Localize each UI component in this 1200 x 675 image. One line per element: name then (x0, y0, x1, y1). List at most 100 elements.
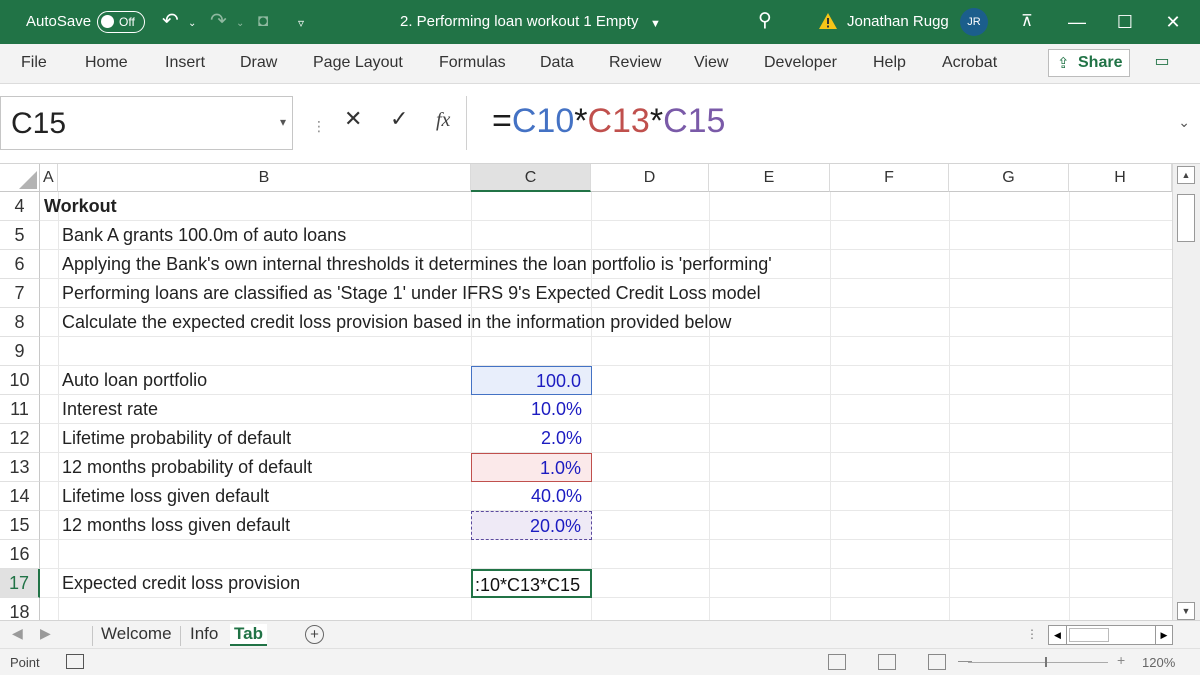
zoom-in-icon[interactable]: + (1117, 652, 1125, 668)
cell-b[interactable]: 12 months probability of default (62, 453, 312, 482)
page-break-view-icon[interactable] (928, 654, 946, 670)
row-header[interactable]: 14 (0, 482, 40, 511)
sheet-next-icon[interactable]: ▶ (40, 625, 51, 642)
row-header[interactable]: 5 (0, 221, 40, 250)
sheet-tab-tab[interactable]: Tab (230, 624, 267, 646)
sheet-tab-welcome[interactable]: Welcome (101, 624, 172, 644)
row-header[interactable]: 6 (0, 250, 40, 279)
user-name[interactable]: Jonathan Rugg (847, 13, 949, 30)
cell-b[interactable]: Calculate the expected credit loss provi… (62, 308, 731, 337)
normal-view-icon[interactable] (828, 654, 846, 670)
row-header[interactable]: 9 (0, 337, 40, 366)
scroll-down-icon[interactable]: ▼ (1177, 602, 1195, 620)
active-cell-editor[interactable]: :10*C13*C15 (471, 569, 592, 598)
tab-review[interactable]: Review (609, 54, 661, 72)
tab-developer[interactable]: Developer (764, 54, 837, 72)
zoom-out-icon[interactable]: — (958, 652, 972, 668)
cell-b[interactable]: Applying the Bank's own internal thresho… (62, 250, 772, 279)
cancel-icon[interactable]: ✕ (344, 106, 362, 132)
avatar[interactable]: JR (960, 8, 988, 36)
warning-icon[interactable] (818, 12, 838, 30)
redo-icon[interactable]: ↷ (210, 9, 227, 33)
tab-help[interactable]: Help (873, 54, 906, 72)
worksheet-grid[interactable]: A B C D E F G H 4 Workout 5 Bank A grants 1… (0, 164, 1200, 627)
column-header-e[interactable]: E (709, 164, 830, 192)
scroll-left-icon[interactable]: ◀ (1049, 626, 1067, 644)
tab-insert[interactable]: Insert (165, 54, 205, 72)
cell-a[interactable]: Workout (44, 192, 117, 221)
cell-c[interactable]: 10.0% (471, 395, 592, 424)
vertical-scrollbar[interactable]: ▲ ▼ (1172, 164, 1200, 620)
zoom-slider[interactable] (968, 662, 1108, 663)
cell-c[interactable]: 2.0% (471, 424, 592, 453)
autosave-toggle[interactable]: Off (97, 11, 145, 33)
maximize-icon[interactable]: ☐ (1110, 8, 1140, 36)
row-header[interactable]: 15 (0, 511, 40, 540)
add-sheet-icon[interactable]: + (305, 625, 324, 644)
hscroll-thumb[interactable] (1069, 628, 1109, 642)
expand-formula-icon[interactable]: ⌄ (1178, 114, 1190, 131)
camera-icon[interactable]: ◘ (258, 9, 268, 33)
scroll-thumb[interactable] (1177, 194, 1195, 242)
cell-b[interactable]: Expected credit loss provision (62, 569, 300, 598)
column-header-h[interactable]: H (1069, 164, 1172, 192)
row-header[interactable]: 17 (0, 569, 40, 598)
search-icon[interactable]: ⚲ (758, 9, 772, 33)
row-header[interactable]: 7 (0, 279, 40, 308)
tab-home[interactable]: Home (85, 54, 128, 72)
undo-icon[interactable]: ↶ (162, 9, 179, 33)
cell-b[interactable]: Bank A grants 100.0m of auto loans (62, 221, 346, 250)
row-header[interactable]: 4 (0, 192, 40, 221)
minimize-icon[interactable]: — (1062, 8, 1092, 36)
redo-dropdown-icon[interactable]: ⌄ (236, 12, 244, 36)
tab-draw[interactable]: Draw (240, 54, 277, 72)
ribbon-display-icon[interactable]: ⊼ (1012, 8, 1042, 36)
tab-data[interactable]: Data (540, 54, 574, 72)
cell-c[interactable]: 1.0% (471, 453, 592, 482)
customize-toolbar-icon[interactable]: ▿ (298, 11, 304, 35)
row-header[interactable]: 10 (0, 366, 40, 395)
tab-page-layout[interactable]: Page Layout (313, 54, 403, 72)
cell-b[interactable]: Lifetime probability of default (62, 424, 291, 453)
column-header-g[interactable]: G (949, 164, 1069, 192)
cell-b[interactable]: 12 months loss given default (62, 511, 290, 540)
insert-function-icon[interactable]: fx (436, 109, 450, 132)
formula-input[interactable]: =C10*C13*C15 (492, 102, 725, 141)
column-header-b[interactable]: B (58, 164, 471, 192)
cell-b[interactable]: Auto loan portfolio (62, 366, 207, 395)
cell-b[interactable]: Performing loans are classified as 'Stag… (62, 279, 761, 308)
cell-b[interactable]: Interest rate (62, 395, 158, 424)
horizontal-scrollbar[interactable]: ◀ (1048, 625, 1172, 645)
cell-c[interactable]: 20.0% (471, 511, 592, 540)
scroll-right-icon[interactable]: ▶ (1155, 625, 1173, 645)
row-header[interactable]: 12 (0, 424, 40, 453)
page-layout-view-icon[interactable] (878, 654, 896, 670)
tab-file[interactable]: File (21, 54, 47, 72)
select-all-corner[interactable] (0, 164, 40, 192)
column-header-a[interactable]: A (40, 164, 58, 192)
zoom-slider-handle[interactable] (1045, 657, 1047, 667)
name-box[interactable]: C15 ▾ (0, 96, 293, 150)
sheet-prev-icon[interactable]: ◀ (12, 625, 23, 642)
enter-icon[interactable]: ✓ (390, 106, 408, 132)
column-header-c[interactable]: C (471, 164, 591, 192)
tab-formulas[interactable]: Formulas (439, 54, 506, 72)
tab-view[interactable]: View (694, 54, 728, 72)
title-dropdown-icon[interactable]: ▼ (650, 12, 661, 36)
cell-c[interactable]: 100.0 (471, 366, 592, 395)
document-title[interactable]: 2. Performing loan workout 1 Empty (400, 13, 638, 30)
scroll-up-icon[interactable]: ▲ (1177, 166, 1195, 184)
column-header-d[interactable]: D (591, 164, 709, 192)
zoom-level[interactable]: 120% (1142, 655, 1175, 670)
column-header-f[interactable]: F (830, 164, 949, 192)
drag-handle-icon[interactable]: ⋮ (312, 118, 326, 135)
undo-dropdown-icon[interactable]: ⌄ (188, 12, 196, 36)
comments-icon[interactable]: ▭ (1150, 51, 1174, 73)
close-icon[interactable]: ✕ (1158, 8, 1188, 36)
row-header[interactable]: 13 (0, 453, 40, 482)
row-header[interactable]: 16 (0, 540, 40, 569)
split-handle-icon[interactable]: ⋮ (1026, 627, 1038, 641)
tab-acrobat[interactable]: Acrobat (942, 54, 997, 72)
cell-c[interactable]: 40.0% (471, 482, 592, 511)
row-header[interactable]: 8 (0, 308, 40, 337)
